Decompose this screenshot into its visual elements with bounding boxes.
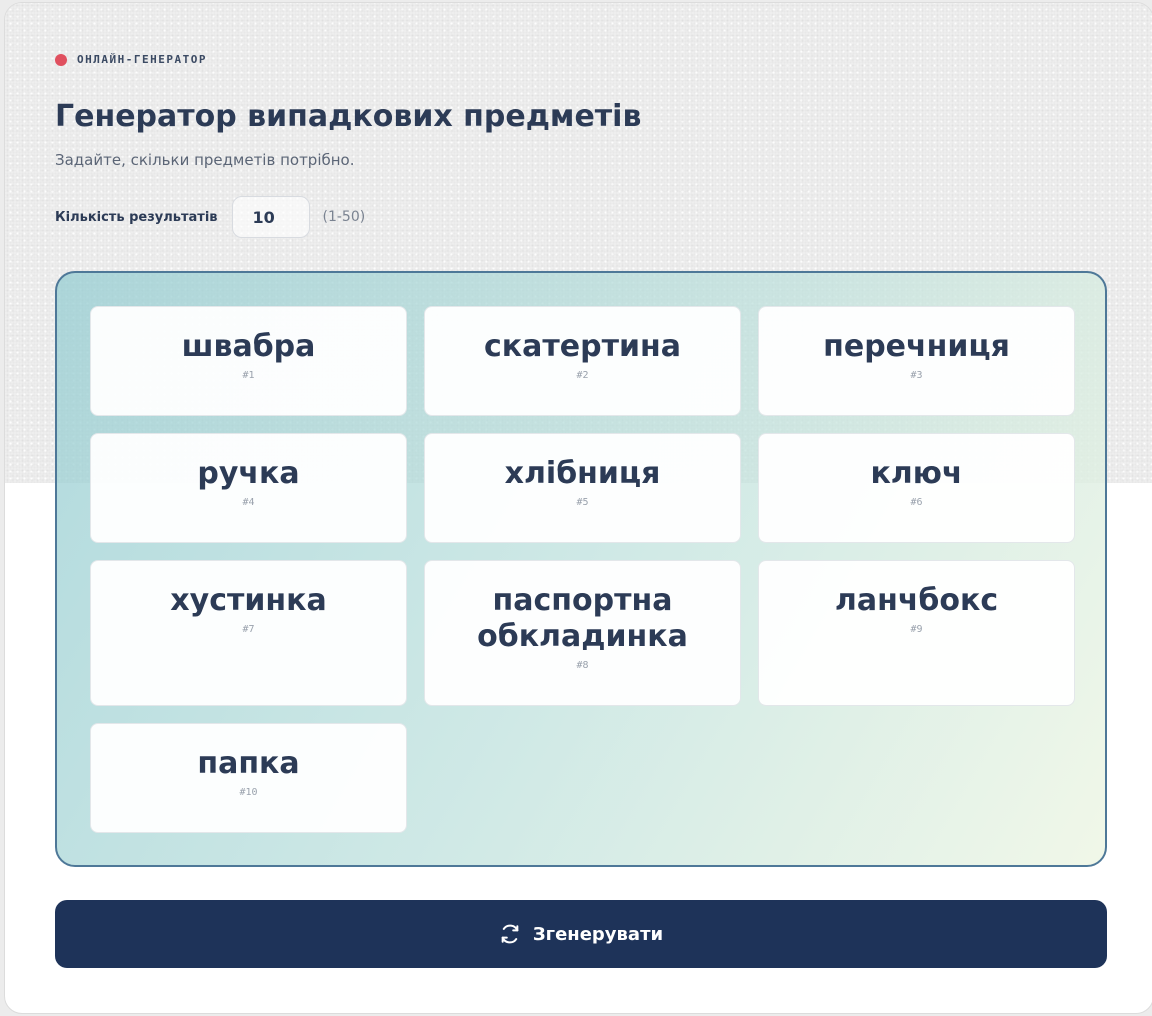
result-item: ланчбокс #9	[758, 560, 1075, 706]
result-name: паспортна обкладинка	[477, 583, 688, 654]
count-input[interactable]	[231, 196, 310, 238]
count-label: Кількість результатів	[55, 209, 218, 225]
refresh-icon	[499, 923, 521, 945]
result-item: паспортна обкладинка #8	[424, 560, 741, 706]
eyebrow: ОНЛАЙН-ГЕНЕРАТОР	[55, 53, 207, 66]
status-dot	[55, 53, 67, 66]
result-number: #3	[910, 370, 923, 381]
count-range-hint: (1-50)	[322, 209, 366, 225]
generate-button[interactable]: Згенерувати	[55, 900, 1107, 968]
generator-card: ОНЛАЙН-ГЕНЕРАТОР Генератор випадкових пр…	[4, 2, 1152, 1014]
result-number: #7	[242, 624, 255, 635]
result-number: #10	[239, 787, 258, 798]
result-name: швабра	[181, 329, 316, 364]
generate-button-label: Згенерувати	[532, 923, 664, 945]
results-panel: швабра #1 скатертина #2 перечниця #3 руч…	[55, 271, 1107, 867]
result-number: #9	[910, 624, 923, 635]
result-name: ланчбокс	[834, 583, 999, 618]
result-number: #5	[576, 497, 589, 508]
result-number: #4	[242, 497, 255, 508]
result-item: ключ #6	[758, 433, 1075, 543]
result-name: хустинка	[170, 583, 327, 618]
result-name: ручка	[197, 456, 300, 491]
result-item: ручка #4	[90, 433, 407, 543]
result-number: #8	[576, 660, 589, 671]
result-name: папка	[197, 746, 300, 781]
result-name: скатертина	[484, 329, 681, 364]
result-item: папка #10	[90, 723, 407, 833]
result-name: перечниця	[823, 329, 1010, 364]
eyebrow-label: ОНЛАЙН-ГЕНЕРАТОР	[77, 53, 207, 66]
result-item: хлібниця #5	[424, 433, 741, 543]
result-item: скатертина #2	[424, 306, 741, 416]
result-number: #2	[576, 370, 589, 381]
page-title: Генератор випадкових предметів	[55, 99, 642, 134]
result-name: хлібниця	[504, 456, 661, 491]
result-name: ключ	[870, 456, 963, 491]
count-control: Кількість результатів (1-50)	[55, 196, 365, 238]
results-grid: швабра #1 скатертина #2 перечниця #3 руч…	[90, 306, 1075, 833]
result-number: #1	[242, 370, 255, 381]
result-item: швабра #1	[90, 306, 407, 416]
result-number: #6	[910, 497, 923, 508]
result-item: хустинка #7	[90, 560, 407, 706]
result-item: перечниця #3	[758, 306, 1075, 416]
page-subtitle: Задайте, скільки предметів потрібно.	[55, 151, 355, 169]
